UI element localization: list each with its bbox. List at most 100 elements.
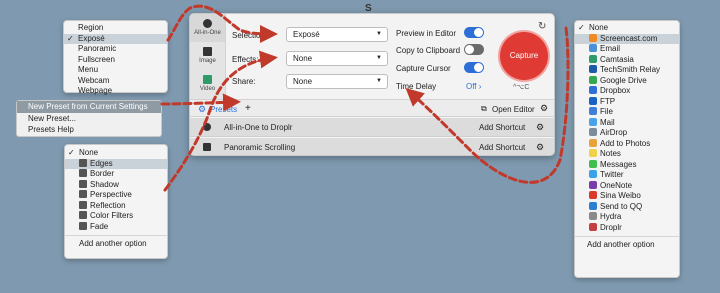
effects-label: Effects: xyxy=(232,55,259,64)
add-another-option-item[interactable]: Add another option xyxy=(65,239,167,250)
effect-option-item[interactable]: Color Filters xyxy=(65,211,167,222)
gear-icon[interactable]: ⚙ xyxy=(536,142,544,153)
gear-icon[interactable]: ⚙ xyxy=(536,122,544,133)
shadow-icon xyxy=(79,179,87,188)
share-option-label: TechSmith Relay xyxy=(600,65,661,74)
share-dropdown[interactable]: None ▼ xyxy=(286,74,388,89)
share-option-item[interactable]: Twitter xyxy=(575,170,679,181)
effects-dropdown[interactable]: None ▼ xyxy=(286,51,388,66)
add-preset-button[interactable]: + xyxy=(245,103,251,114)
selection-option-label: Fullscreen xyxy=(78,54,115,64)
menu-separator xyxy=(575,236,679,237)
share-option-item[interactable]: TechSmith Relay xyxy=(575,65,679,76)
share-option-item[interactable]: Messages xyxy=(575,159,679,171)
add-another-option-item[interactable]: Add another option xyxy=(575,240,679,251)
effect-option-item[interactable]: ✓ None xyxy=(65,148,167,159)
share-option-label: Droplr xyxy=(600,222,622,232)
share-option-item[interactable]: Send to QQ xyxy=(575,201,679,213)
share-option-label: Send to QQ xyxy=(600,201,643,211)
share-option-label: OneNote xyxy=(600,180,633,190)
share-option-item[interactable]: Hydra xyxy=(575,212,679,223)
mode-all-in-one[interactable]: All-in-One xyxy=(190,14,225,42)
messages-icon xyxy=(589,159,597,168)
airdrop-icon xyxy=(589,128,597,136)
time-delay-value[interactable]: Off › xyxy=(466,82,481,91)
share-option-item[interactable]: Add to Photos xyxy=(575,138,679,150)
mode-label: Image xyxy=(199,58,216,64)
preset-context-menu: New Preset from Current Settings New Pre… xyxy=(16,100,162,137)
checkmark-icon: ✓ xyxy=(578,23,585,32)
new-preset-item[interactable]: New Preset... xyxy=(17,113,161,125)
fade-icon xyxy=(79,221,87,230)
share-option-item[interactable]: Screencast.com xyxy=(575,33,679,44)
preset-row[interactable]: Panoramic Scrolling Add Shortcut ⚙ xyxy=(190,138,554,155)
share-option-label: Twitter xyxy=(600,170,624,179)
camera-icon xyxy=(203,143,211,151)
selection-option-item[interactable]: ✓ Exposé xyxy=(64,33,167,44)
share-option-item[interactable]: Google Drive xyxy=(575,75,679,87)
open-editor-button[interactable]: Open Editor xyxy=(492,105,535,114)
email-icon xyxy=(589,44,597,52)
new-preset-from-current-settings-item[interactable]: New Preset from Current Settings xyxy=(17,101,161,113)
share-option-item[interactable]: ✓ None xyxy=(575,23,679,34)
menu-separator xyxy=(65,235,167,236)
selection-option-item[interactable]: Webpage xyxy=(64,86,167,97)
reflection-icon xyxy=(79,200,87,209)
share-option-item[interactable]: OneNote xyxy=(575,180,679,192)
open-editor-icon: ⧉ xyxy=(481,104,487,113)
selection-option-label: Panoramic xyxy=(78,44,117,53)
effect-option-label: None xyxy=(79,148,99,157)
effect-option-item[interactable]: Perspective xyxy=(65,190,167,201)
reset-icon[interactable]: ↻ xyxy=(538,21,546,32)
mode-image[interactable]: Image xyxy=(190,42,225,70)
share-option-item[interactable]: Notes xyxy=(575,149,679,160)
color-filters-icon xyxy=(79,211,87,219)
selection-option-item[interactable]: Fullscreen xyxy=(64,55,167,66)
selection-option-item[interactable]: Menu xyxy=(64,65,167,76)
gear-icon[interactable]: ⚙ xyxy=(540,103,548,114)
selection-dropdown[interactable]: Exposé ▼ xyxy=(286,27,388,42)
share-option-item[interactable]: Camtasia xyxy=(575,54,679,66)
share-option-item[interactable]: Email xyxy=(575,44,679,55)
chevron-down-icon: ▼ xyxy=(376,78,382,84)
effect-option-label: Color Filters xyxy=(90,211,134,220)
selection-option-item[interactable]: Webcam xyxy=(64,76,167,87)
effect-option-item[interactable]: Fade xyxy=(65,221,167,233)
dropbox-icon xyxy=(589,86,597,94)
selection-option-item[interactable]: Region xyxy=(64,23,167,34)
copy-to-clipboard-toggle[interactable] xyxy=(464,44,484,55)
share-option-label: Mail xyxy=(600,117,615,127)
mode-label: Video xyxy=(199,86,216,92)
video-camera-icon xyxy=(203,75,212,84)
checkmark-icon: ✓ xyxy=(68,148,75,157)
share-option-item[interactable]: AirDrop xyxy=(575,128,679,139)
mode-video[interactable]: Video xyxy=(190,70,225,98)
share-option-label: AirDrop xyxy=(600,128,628,137)
share-option-item[interactable]: Mail xyxy=(575,117,679,129)
selection-option-label: Webcam xyxy=(78,75,110,85)
selection-option-item[interactable]: Panoramic xyxy=(64,44,167,55)
effect-option-item[interactable]: Border xyxy=(65,169,167,180)
preview-in-editor-toggle[interactable] xyxy=(464,27,484,38)
share-option-item[interactable]: Droplr xyxy=(575,222,679,234)
effects-menu: ✓ None Edges Border Shadow Perspective Reflect… xyxy=(64,144,168,259)
presets-label[interactable]: Presets xyxy=(210,105,237,114)
effect-option-item[interactable]: Shadow xyxy=(65,179,167,191)
presets-bar: ⚙ Presets + ⧉ Open Editor ⚙ xyxy=(190,99,554,117)
effect-option-item[interactable]: Edges xyxy=(65,158,167,169)
preset-row[interactable]: All-in-One to Droplr Add Shortcut ⚙ xyxy=(190,118,554,137)
google-drive-icon xyxy=(589,75,597,84)
preset-name: All-in-One to Droplr xyxy=(224,123,293,132)
share-option-item[interactable]: Dropbox xyxy=(575,86,679,97)
share-option-item[interactable]: Sina Weibo xyxy=(575,191,679,202)
chevron-down-icon: ▼ xyxy=(376,55,382,61)
share-option-item[interactable]: FTP xyxy=(575,96,679,108)
share-option-item[interactable]: File xyxy=(575,107,679,118)
presets-gear-icon[interactable]: ⚙ xyxy=(198,104,206,115)
effect-option-item[interactable]: Reflection xyxy=(65,200,167,212)
capture-cursor-toggle[interactable] xyxy=(464,62,484,73)
add-shortcut-button[interactable]: Add Shortcut xyxy=(479,123,525,132)
presets-help-item[interactable]: Presets Help xyxy=(17,124,161,136)
capture-button[interactable]: Capture xyxy=(500,32,548,80)
add-shortcut-button[interactable]: Add Shortcut xyxy=(479,143,525,152)
